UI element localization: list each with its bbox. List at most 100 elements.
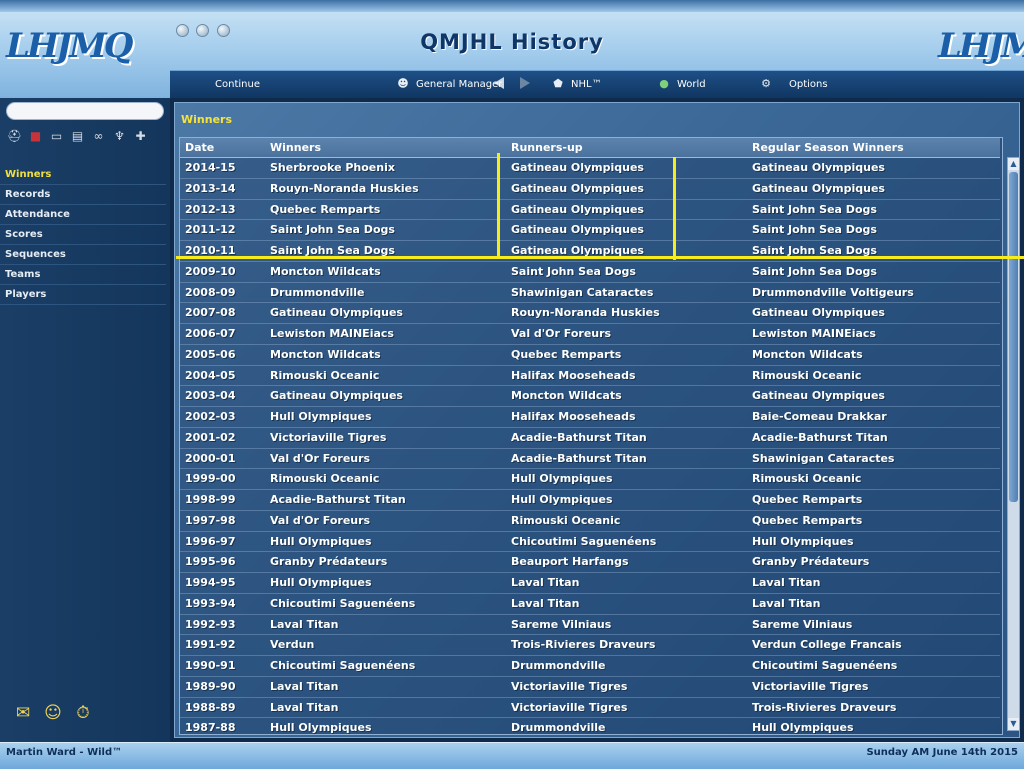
regular-season-cell: Verdun College Francais xyxy=(752,638,902,652)
table-row[interactable]: 2002-03 Hull Olympiques Halifax Mooseheads… xyxy=(180,407,1000,428)
highlight-line-left xyxy=(497,153,500,257)
column-header-regular-season-winners[interactable]: Regular Season Winners xyxy=(752,138,904,157)
runners-up-cell: Val d'Or Foreurs xyxy=(511,327,612,340)
runners-up-cell: Saint John Sea Dogs xyxy=(511,264,636,278)
regular-season-cell: Shawinigan Cataractes xyxy=(752,451,895,465)
table-row[interactable]: 2001-02 Victoriaville Tigres Acadie-Bathur… xyxy=(180,428,1000,449)
winners-cell: Lewiston MAINEiacs xyxy=(270,327,394,340)
runners-up-cell: Gatineau Olympiques xyxy=(511,202,644,216)
table-row[interactable]: 1990-91 Chicoutimi Saguenéens Drummondvill… xyxy=(180,656,1000,677)
regular-season-cell: Moncton Wildcats xyxy=(752,347,863,361)
table-row[interactable]: 2007-08 Gatineau Olympiques Rouyn-Noranda … xyxy=(180,303,1000,324)
notebook-icon[interactable]: ▤ xyxy=(67,127,88,145)
winners-cell: Rimouski Oceanic xyxy=(270,472,380,486)
table-row[interactable]: 1988-89 Laval Titan Victoriaville Tigres Tr… xyxy=(180,698,1000,719)
table-row[interactable]: 1997-98 Val d'Or Foreurs Rimouski Oceanic Q… xyxy=(180,511,1000,532)
table-row[interactable]: 2014-15 Sherbrooke Phoenix Gatineau Olympi… xyxy=(180,158,1000,179)
helmet-icon[interactable]: ⛑ xyxy=(4,127,25,145)
date-cell: 2007-08 xyxy=(185,306,236,320)
winners-cell: Rouyn-Noranda Huskies xyxy=(270,181,419,195)
table-row[interactable]: 1991-92 Verdun Trois-Rivieres Draveurs Verd… xyxy=(180,635,1000,656)
table-row[interactable]: 1992-93 Laval Titan Sareme Vilniaus Sareme … xyxy=(180,615,1000,636)
regular-season-cell: Hull Olympiques xyxy=(752,721,854,735)
table-row[interactable]: 2003-04 Gatineau Olympiques Moncton Wildca… xyxy=(180,386,1000,407)
table-row[interactable]: 2009-10 Moncton Wildcats Saint John Sea Do… xyxy=(180,262,1000,283)
date-cell: 2004-05 xyxy=(185,368,236,382)
runners-up-cell: Laval Titan xyxy=(511,596,580,610)
trophy-icon[interactable]: ♆ xyxy=(109,127,130,145)
winners-cell: Sherbrooke Phoenix xyxy=(270,161,395,174)
runners-up-cell: Gatineau Olympiques xyxy=(511,223,644,237)
medical-icon[interactable]: ✚ xyxy=(130,127,151,145)
sidebar-nav: Winners Records Attendance Scores Sequen… xyxy=(0,165,170,305)
table-row[interactable]: 2012-13 Quebec Remparts Gatineau Olympique… xyxy=(180,200,1000,221)
table-row[interactable]: 1999-00 Rimouski Oceanic Hull Olympiques Ri… xyxy=(180,469,1000,490)
mail-icon[interactable]: ✉ xyxy=(8,703,38,723)
staff-icon[interactable]: ☺ xyxy=(38,703,68,723)
date-cell: 2014-15 xyxy=(185,161,236,174)
forward-arrow-icon[interactable] xyxy=(520,77,530,89)
column-header-runners-up[interactable]: Runners-up xyxy=(511,138,583,157)
sidebar-item-attendance[interactable]: Attendance xyxy=(0,205,166,225)
general-manager-menu[interactable]: ☻ General Manager xyxy=(396,71,502,99)
table-row[interactable]: 2004-05 Rimouski Oceanic Halifax Moosehead… xyxy=(180,366,1000,387)
runners-up-cell: Shawinigan Cataractes xyxy=(511,285,654,299)
regular-season-cell: Rimouski Oceanic xyxy=(752,472,862,486)
scroll-up-icon[interactable]: ▲ xyxy=(1008,158,1019,170)
rink-icon[interactable]: ▭ xyxy=(46,127,67,145)
table-scrollbar[interactable]: ▲ ▼ xyxy=(1007,157,1020,731)
table-row[interactable]: 2008-09 Drummondville Shawinigan Cataracte… xyxy=(180,283,1000,304)
table-row[interactable]: 2005-06 Moncton Wildcats Quebec Remparts Mo… xyxy=(180,345,1000,366)
sidebar-item-teams[interactable]: Teams xyxy=(0,265,166,285)
column-header-winners[interactable]: Winners xyxy=(270,138,321,157)
date-cell: 1997-98 xyxy=(185,513,236,527)
winners-cell: Hull Olympiques xyxy=(270,534,372,548)
gear-icon: ⚙ xyxy=(761,77,771,90)
runners-up-cell: Rouyn-Noranda Huskies xyxy=(511,306,660,320)
sidebar-item-scores[interactable]: Scores xyxy=(0,225,166,245)
runners-up-cell: Quebec Remparts xyxy=(511,347,622,361)
stopwatch-icon[interactable]: ⏱ xyxy=(68,703,98,723)
search-input[interactable] xyxy=(6,102,164,120)
table-row[interactable]: 1995-96 Granby Prédateurs Beauport Harfang… xyxy=(180,552,1000,573)
date-cell: 2002-03 xyxy=(185,410,236,423)
date-cell: 2005-06 xyxy=(185,347,236,361)
world-menu[interactable]: ● World xyxy=(657,71,706,99)
winners-cell: Drummondville xyxy=(270,285,365,299)
world-label: World xyxy=(677,79,706,90)
binoculars-icon[interactable]: ∞ xyxy=(88,127,109,145)
table-row[interactable]: 2000-01 Val d'Or Foreurs Acadie-Bathurst T… xyxy=(180,449,1000,470)
regular-season-cell: Quebec Remparts xyxy=(752,493,863,506)
table-row[interactable]: 1998-99 Acadie-Bathurst Titan Hull Olympiq… xyxy=(180,490,1000,511)
nhl-menu[interactable]: ⬟ NHL™ xyxy=(551,71,601,99)
jersey-icon[interactable]: ■ xyxy=(25,127,46,145)
status-user[interactable]: Martin Ward - Wild™ xyxy=(6,747,122,758)
sidebar-item-records[interactable]: Records xyxy=(0,185,166,205)
table-row[interactable]: 1993-94 Chicoutimi Saguenéens Laval Titan L… xyxy=(180,594,1000,615)
date-cell: 2013-14 xyxy=(185,181,236,195)
date-cell: 1989-90 xyxy=(185,679,236,693)
scroll-down-icon[interactable]: ▼ xyxy=(1008,718,1019,730)
sidebar-item-winners[interactable]: Winners xyxy=(0,165,166,185)
app-header: LHJMQ LHJMQ QMJHL History Continue ☻Gene… xyxy=(0,0,1024,99)
table-row[interactable]: 2013-14 Rouyn-Noranda Huskies Gatineau Oly… xyxy=(180,179,1000,200)
column-header-date[interactable]: Date xyxy=(185,138,214,157)
table-row[interactable]: 2011-12 Saint John Sea Dogs Gatineau Olymp… xyxy=(180,220,1000,241)
sidebar-item-players[interactable]: Players xyxy=(0,285,166,305)
regular-season-cell: Lewiston MAINEiacs xyxy=(752,327,876,340)
winners-cell: Saint John Sea Dogs xyxy=(270,223,395,237)
table-row[interactable]: 1989-90 Laval Titan Victoriaville Tigres Vi… xyxy=(180,677,1000,698)
table-row[interactable]: 1994-95 Hull Olympiques Laval Titan Laval T… xyxy=(180,573,1000,594)
sidebar-item-sequences[interactable]: Sequences xyxy=(0,245,166,265)
regular-season-cell: Gatineau Olympiques xyxy=(752,181,885,195)
table-row[interactable]: 1996-97 Hull Olympiques Chicoutimi Saguené… xyxy=(180,532,1000,553)
page-title: QMJHL History xyxy=(420,30,604,54)
nhl-logo-icon: ⬟ xyxy=(553,77,563,90)
continue-button[interactable]: Continue xyxy=(215,71,260,99)
options-menu[interactable]: ⚙ Options xyxy=(759,71,828,99)
table-row[interactable]: 1987-88 Hull Olympiques Drummondville Hull … xyxy=(180,718,1000,735)
regular-season-cell: Gatineau Olympiques xyxy=(752,389,885,403)
scroll-thumb[interactable] xyxy=(1009,172,1018,502)
table-row[interactable]: 2006-07 Lewiston MAINEiacs Val d'Or Foreur… xyxy=(180,324,1000,345)
date-cell: 2003-04 xyxy=(185,389,236,403)
